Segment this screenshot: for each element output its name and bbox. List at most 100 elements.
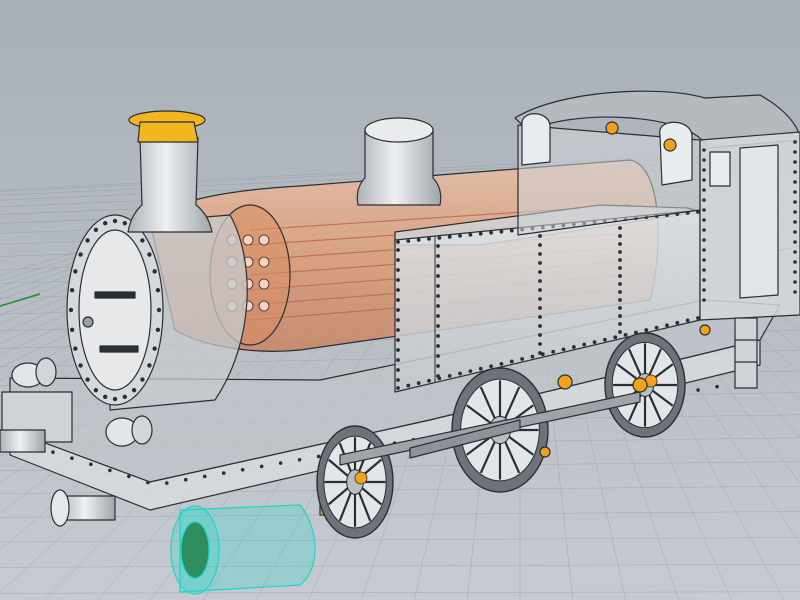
rivet — [458, 371, 462, 376]
smokebox-door[interactable] — [78, 229, 152, 391]
rivet — [793, 250, 797, 254]
rivet — [396, 298, 400, 302]
buffer-left[interactable] — [0, 429, 46, 453]
rivet — [793, 280, 797, 284]
rivet — [702, 148, 706, 152]
rivet — [70, 456, 74, 461]
rivet — [538, 270, 542, 274]
rivet — [618, 330, 622, 334]
cab-window-left[interactable] — [521, 113, 551, 166]
cab-door[interactable] — [739, 144, 779, 299]
rivet — [436, 284, 440, 288]
rivet — [396, 328, 400, 332]
rivet — [112, 396, 118, 402]
rivet — [538, 306, 542, 310]
lubricator-orange-2[interactable] — [632, 377, 648, 393]
rivet — [618, 242, 622, 246]
rivet — [93, 387, 99, 393]
rivet — [147, 252, 152, 257]
lamp-iron-right[interactable] — [105, 415, 153, 447]
rivet — [618, 258, 622, 262]
rivet — [618, 290, 622, 294]
rivet — [793, 290, 797, 294]
rivet — [793, 210, 797, 214]
cab-window-right[interactable] — [659, 121, 693, 186]
rivet — [140, 377, 145, 382]
rivet — [509, 359, 514, 364]
rivet — [702, 218, 706, 222]
cab-side-window[interactable] — [709, 151, 731, 187]
rivet — [436, 274, 440, 278]
crank-pin — [354, 471, 368, 485]
chimney-lip[interactable] — [137, 121, 199, 143]
rivet — [427, 236, 431, 241]
lubricator-orange-6[interactable] — [539, 446, 551, 458]
rivet — [538, 288, 542, 292]
rivet — [468, 369, 473, 374]
rivet — [396, 288, 400, 292]
lubricator-orange-3[interactable] — [605, 121, 619, 135]
rivet — [793, 270, 797, 274]
rhino-viewport[interactable] — [0, 0, 800, 600]
rivet — [436, 334, 440, 338]
rivet — [69, 287, 75, 293]
rivet — [702, 208, 706, 212]
cylinder-selected[interactable] — [170, 504, 316, 595]
rivet — [613, 335, 618, 340]
rivet — [665, 323, 669, 328]
door-handle-bottom[interactable] — [99, 345, 139, 353]
driving-wheel-1[interactable] — [316, 425, 394, 539]
rivet — [396, 348, 400, 352]
rivet — [436, 264, 440, 268]
rivet — [530, 354, 535, 359]
rivet — [447, 374, 452, 378]
lubricator-orange-4[interactable] — [663, 138, 677, 152]
rivet — [73, 269, 78, 274]
rivet — [538, 315, 542, 319]
rivet — [715, 384, 719, 389]
cab-steps[interactable] — [734, 317, 758, 389]
lubricator-orange-5[interactable] — [699, 324, 711, 336]
rivet — [147, 363, 152, 368]
rivet — [396, 308, 400, 312]
door-hinge[interactable] — [82, 316, 94, 328]
rivet — [538, 234, 542, 238]
rivet — [538, 351, 542, 355]
rivet — [78, 363, 83, 368]
tube-hole — [242, 234, 254, 246]
rivet — [416, 238, 421, 242]
rivet — [127, 474, 131, 479]
rivet — [140, 238, 145, 243]
rivet — [436, 364, 440, 368]
rivet — [618, 282, 622, 286]
dome-top[interactable] — [364, 117, 434, 143]
rivet — [702, 248, 706, 252]
rivet — [436, 254, 440, 258]
rivet — [618, 266, 622, 270]
rivet — [675, 320, 680, 325]
viewport-scene[interactable] — [0, 0, 800, 600]
rivet — [618, 274, 622, 278]
rivet — [702, 228, 706, 232]
buffer-right[interactable] — [50, 489, 116, 527]
rivet — [571, 345, 576, 349]
rivet — [259, 464, 264, 469]
rivet — [499, 229, 504, 234]
rivet — [164, 481, 169, 485]
rivet — [685, 318, 690, 323]
rivet — [427, 378, 431, 383]
rivet — [436, 244, 440, 248]
lubricator-orange-1[interactable] — [557, 374, 573, 390]
rivet — [793, 160, 797, 164]
rivet — [702, 158, 706, 162]
rivet — [436, 294, 440, 298]
rivet — [696, 316, 700, 320]
rivet — [793, 260, 797, 264]
door-handle-top[interactable] — [94, 291, 136, 299]
rivet — [78, 252, 83, 257]
rivet — [538, 252, 542, 256]
rivet — [538, 279, 542, 283]
rivet — [73, 346, 78, 351]
rivet — [297, 457, 302, 462]
rivet — [122, 394, 127, 399]
